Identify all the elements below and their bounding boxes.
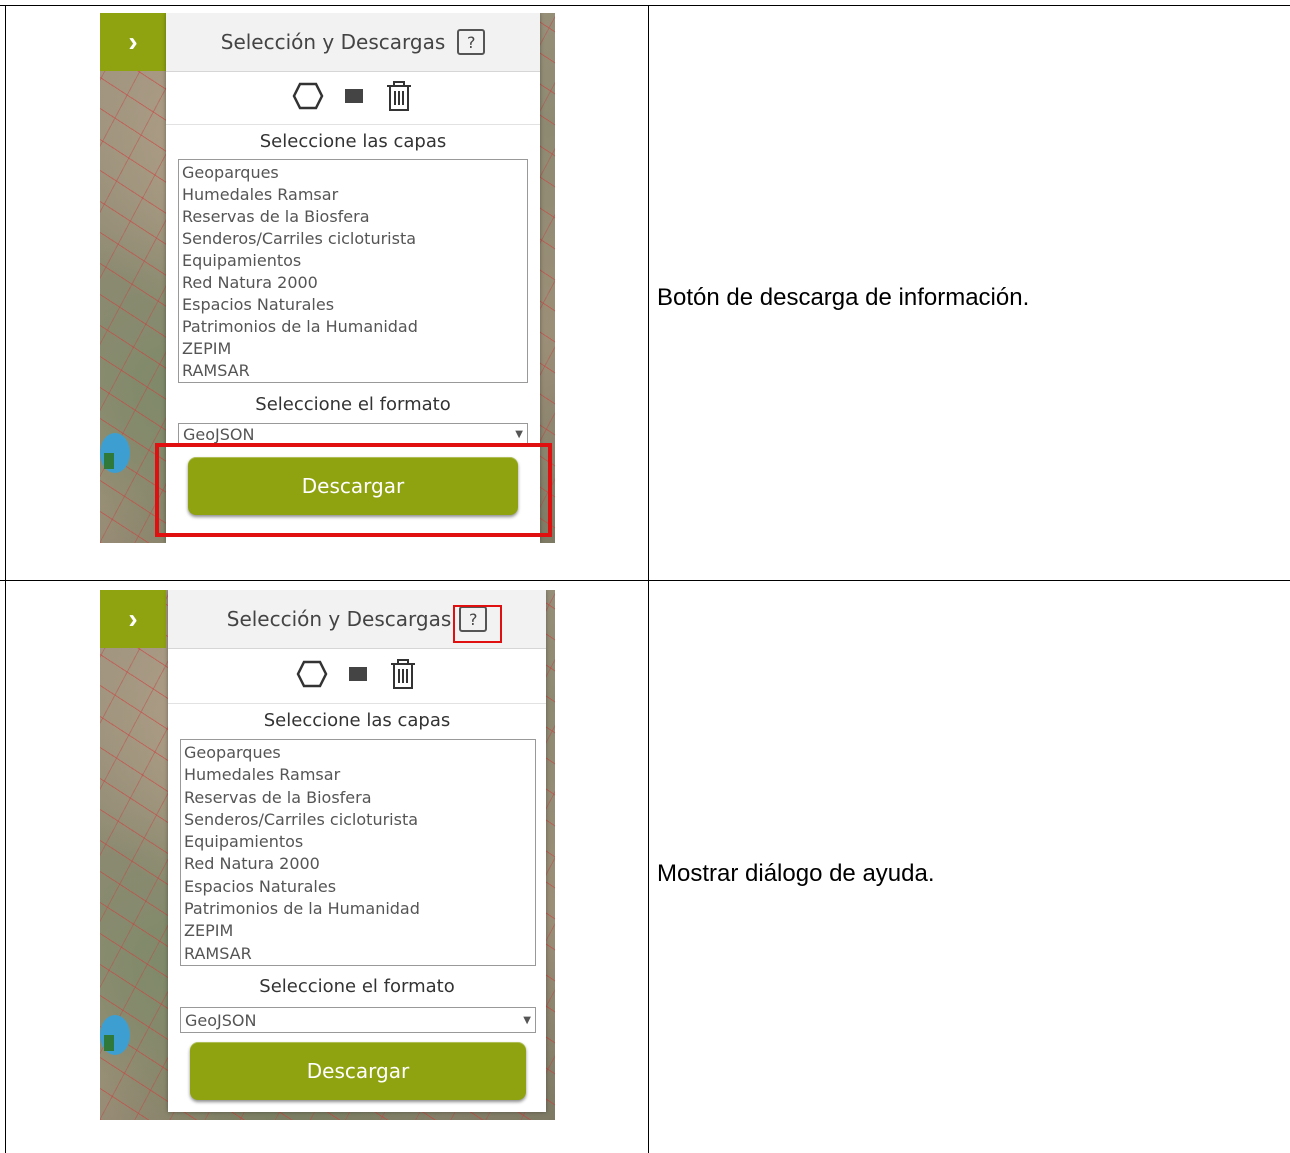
list-item[interactable]: Red Natura 2000	[184, 853, 532, 875]
table-column-divider	[648, 5, 649, 1153]
row-description: Mostrar diálogo de ayuda.	[657, 860, 935, 887]
square-icon[interactable]	[344, 87, 364, 110]
download-button[interactable]: Descargar	[190, 1042, 526, 1100]
trash-icon[interactable]	[388, 657, 418, 696]
table-border-top	[0, 5, 1290, 6]
download-button-label: Descargar	[306, 1059, 410, 1083]
list-item[interactable]: Espacios Naturales	[184, 876, 532, 898]
selection-panel: Selección y Descargas ? Seleccione las c…	[168, 590, 546, 1112]
layers-label: Seleccione las capas	[263, 710, 451, 731]
list-item[interactable]: RAMSAR	[182, 360, 524, 382]
highlight-help-button	[453, 605, 502, 643]
hexagon-icon[interactable]	[292, 82, 324, 115]
panel-title: Selección y Descargas	[220, 30, 446, 54]
map-marker-icon	[104, 1035, 114, 1051]
hexagon-icon[interactable]	[296, 660, 328, 693]
list-item[interactable]: Geoparques	[182, 162, 524, 184]
list-item[interactable]: Reservas de la Biosfera	[182, 206, 524, 228]
dropdown-arrow-icon: ▼	[523, 1014, 531, 1026]
panel-toggle-button[interactable]: ›	[100, 590, 166, 648]
chevron-right-icon: ›	[128, 603, 138, 634]
layers-label: Seleccione las capas	[259, 131, 447, 152]
list-item[interactable]: Patrimonios de la Humanidad	[184, 898, 532, 920]
chevron-right-icon: ›	[128, 26, 138, 57]
layers-list[interactable]: Geoparques Humedales Ramsar Reservas de …	[180, 739, 536, 966]
help-icon: ?	[467, 32, 476, 52]
format-value: GeoJSON	[183, 424, 255, 444]
list-item[interactable]: Equipamientos	[182, 250, 524, 272]
list-item[interactable]: Geoparques	[184, 742, 532, 764]
panel-header: Selección y Descargas ?	[166, 13, 540, 72]
table-border-left	[5, 5, 6, 1153]
table-row-divider	[0, 580, 1290, 581]
format-label: Seleccione el formato	[255, 394, 451, 415]
square-icon[interactable]	[348, 665, 368, 688]
list-item[interactable]: Equipamientos	[184, 831, 532, 853]
list-item[interactable]: ZEPIM	[184, 920, 532, 942]
list-item[interactable]: Espacios Naturales	[182, 294, 524, 316]
trash-icon[interactable]	[384, 79, 414, 118]
panel-title: Selección y Descargas	[226, 607, 452, 631]
draw-toolbar	[168, 649, 546, 704]
help-button[interactable]: ?	[457, 29, 486, 55]
list-item[interactable]: Patrimonios de la Humanidad	[182, 316, 524, 338]
list-item[interactable]: Humedales Ramsar	[184, 764, 532, 786]
format-select[interactable]: GeoJSON ▼	[178, 423, 528, 445]
format-select[interactable]: GeoJSON ▼	[180, 1007, 536, 1033]
panel-toggle-button[interactable]: ›	[100, 13, 166, 71]
highlight-download-button	[155, 443, 552, 537]
list-item[interactable]: Senderos/Carriles cicloturista	[184, 809, 532, 831]
format-value: GeoJSON	[185, 1010, 257, 1030]
list-item[interactable]: RAMSAR	[184, 943, 532, 965]
layers-list[interactable]: Geoparques Humedales Ramsar Reservas de …	[178, 159, 528, 383]
format-label: Seleccione el formato	[259, 976, 455, 997]
screenshot-help: › Selección y Descargas ? Seleccione las…	[100, 590, 555, 1120]
list-item[interactable]: Senderos/Carriles cicloturista	[182, 228, 524, 250]
list-item[interactable]: Humedales Ramsar	[182, 184, 524, 206]
row-description: Botón de descarga de información.	[657, 284, 1030, 311]
map-marker-icon	[104, 453, 114, 469]
dropdown-arrow-icon: ▼	[515, 428, 523, 440]
draw-toolbar	[166, 72, 540, 125]
list-item[interactable]: ZEPIM	[182, 338, 524, 360]
list-item[interactable]: Reservas de la Biosfera	[184, 787, 532, 809]
list-item[interactable]: Red Natura 2000	[182, 272, 524, 294]
